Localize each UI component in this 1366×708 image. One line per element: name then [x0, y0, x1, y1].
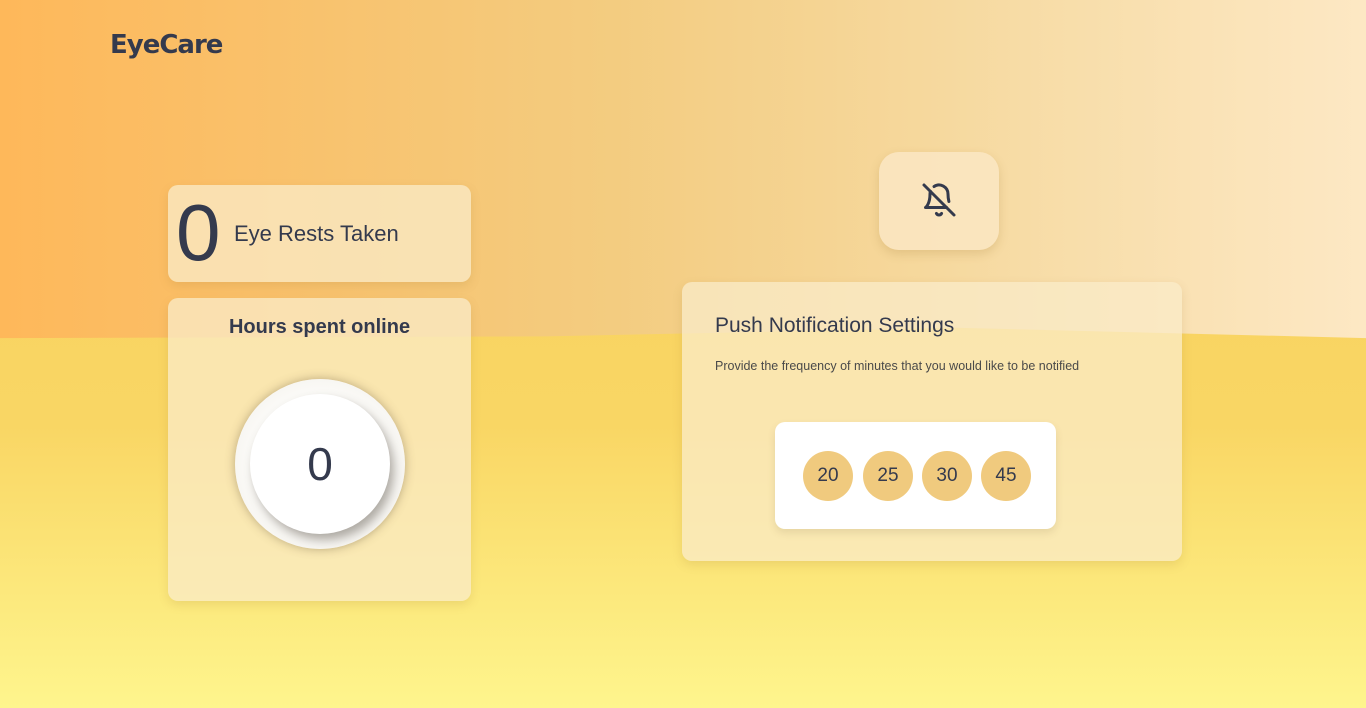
frequency-option-20[interactable]: 20 [803, 451, 853, 501]
push-notification-description: Provide the frequency of minutes that yo… [715, 359, 1080, 373]
app-logo[interactable]: EyeCare [110, 30, 223, 60]
frequency-option-30[interactable]: 30 [922, 451, 972, 501]
eye-rests-label: Eye Rests Taken [234, 221, 399, 246]
eye-rests-count: 0 [176, 188, 221, 277]
hours-online-title: Hours spent online [228, 316, 411, 338]
frequency-option-45[interactable]: 45 [981, 451, 1031, 501]
bell-off-icon [921, 182, 957, 221]
hours-dial: 0 [250, 394, 390, 534]
hours-online-value: 0 [307, 438, 333, 490]
push-notification-title: Push Notification Settings [715, 314, 955, 337]
notification-toggle-button[interactable] [879, 152, 999, 250]
frequency-option-25[interactable]: 25 [863, 451, 913, 501]
